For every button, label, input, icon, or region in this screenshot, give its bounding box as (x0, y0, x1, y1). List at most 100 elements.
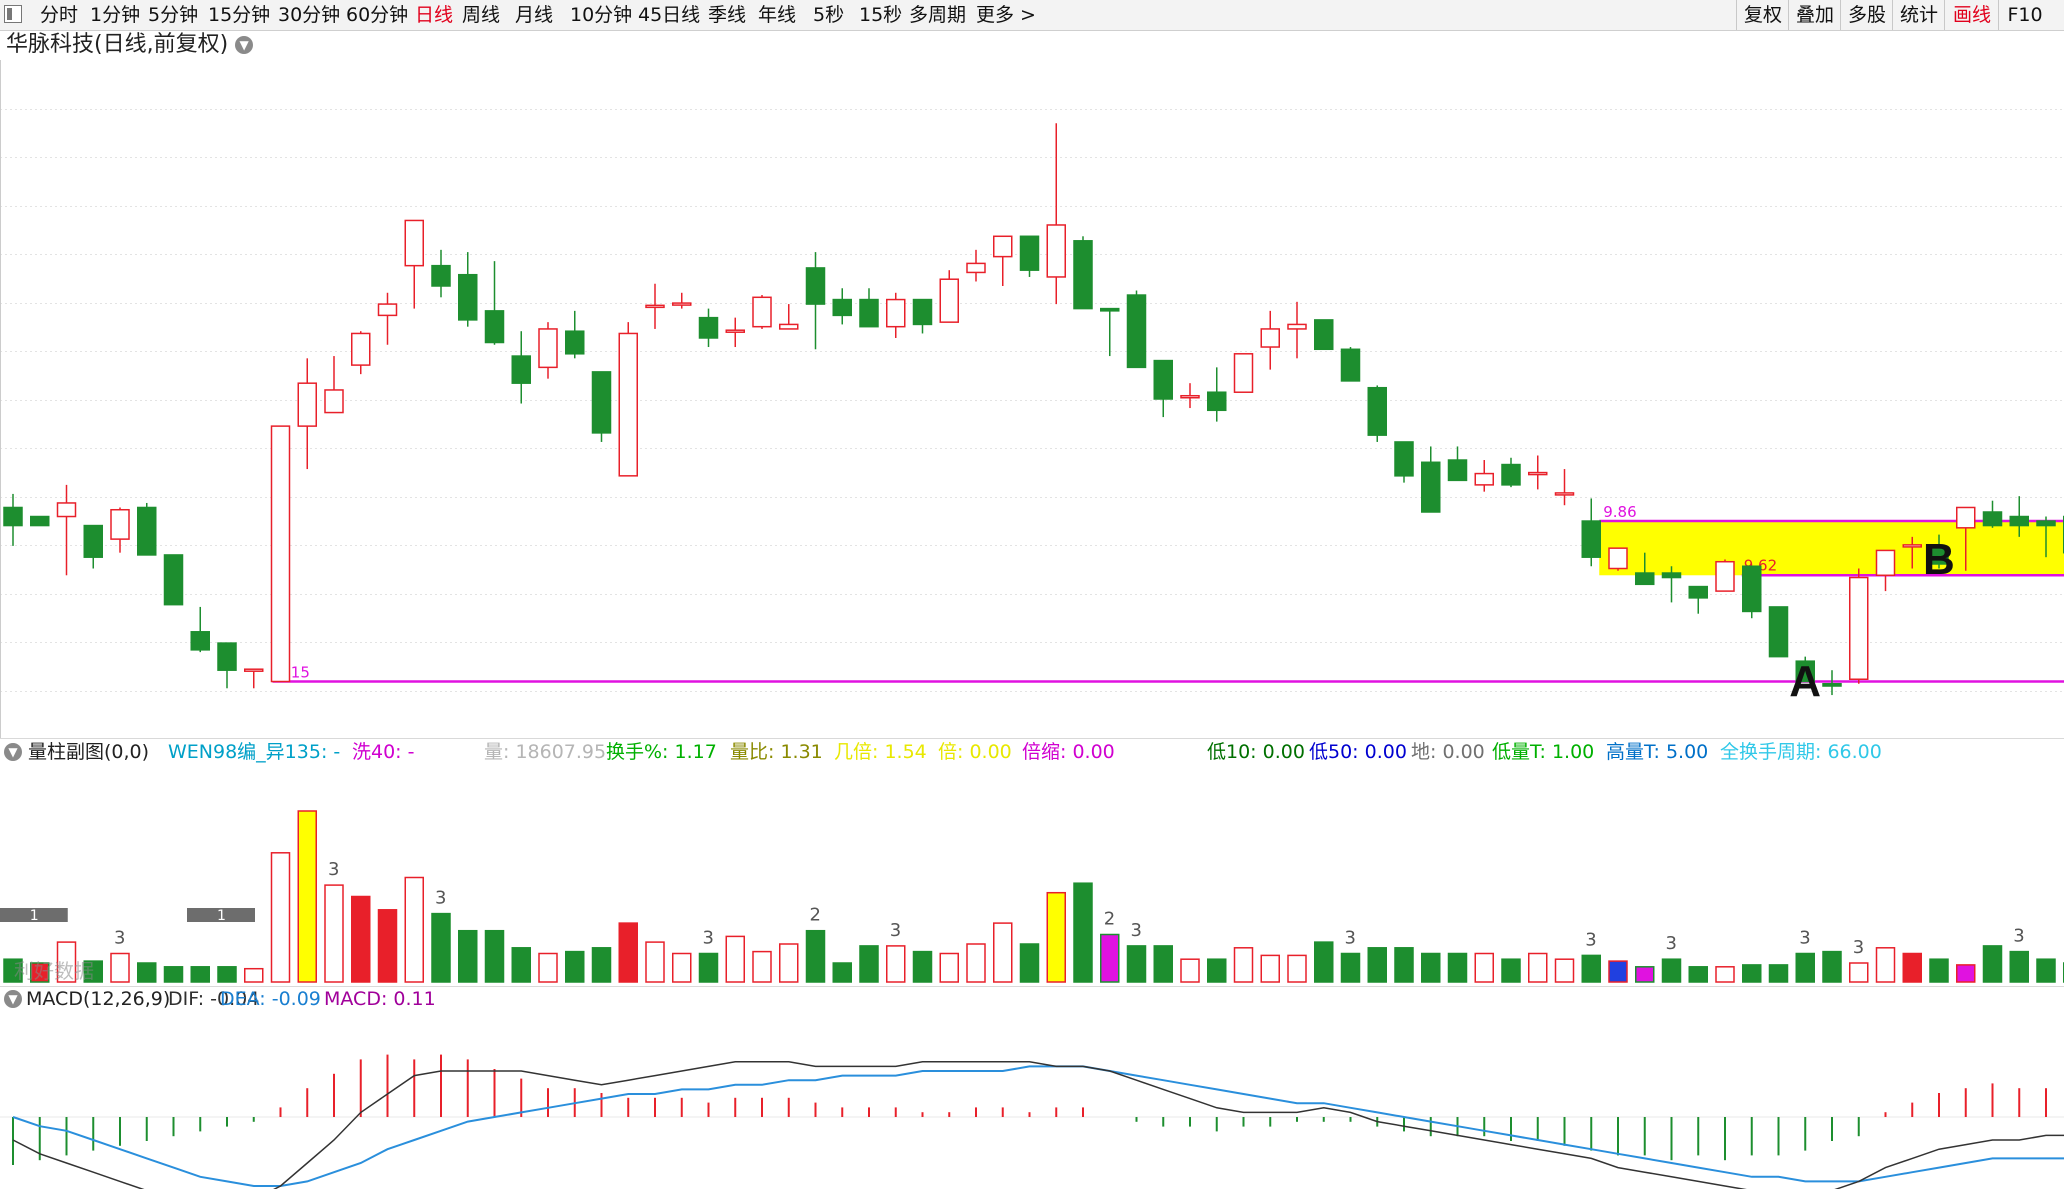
period-tab[interactable]: 年线 (758, 0, 796, 30)
chevron-down-icon[interactable]: ▼ (235, 36, 254, 54)
volume-indicator-name[interactable]: 量柱副图(0,0) (28, 738, 149, 766)
candle-body (672, 302, 692, 306)
stock-title-bar: 华脉科技(日线,前复权) ▼ (0, 30, 254, 60)
indicator-value: 量比: 1.31 (730, 741, 823, 763)
volume-bar (1581, 954, 1601, 983)
candle-body (565, 330, 585, 355)
candle-body (1554, 492, 1575, 496)
volume-label: 3 (703, 928, 714, 949)
candle-body (1260, 328, 1280, 348)
collapse-icon[interactable]: ▼ (4, 990, 22, 1008)
tool-button[interactable]: 叠加 (1788, 0, 1841, 30)
candle-body (1073, 240, 1093, 310)
volume-bar (859, 945, 879, 983)
volume-bar (1394, 947, 1414, 983)
tool-button[interactable]: 画线 (1944, 0, 1999, 30)
tool-button[interactable]: F10 (1998, 0, 2051, 30)
candle-body (1046, 224, 1066, 278)
volume-label: 3 (114, 928, 125, 949)
candle-body (1126, 294, 1147, 369)
period-tab[interactable]: 5分钟 (148, 0, 198, 30)
volume-bar (1233, 947, 1254, 983)
period-tab[interactable]: 分时 (40, 0, 78, 30)
price-chart[interactable]: 9.869.629.15 AB (0, 60, 2064, 738)
dea-line (12, 1065, 2064, 1187)
candle-body (993, 235, 1013, 258)
period-tab[interactable]: 季线 (708, 0, 746, 30)
volume-bar (779, 943, 799, 983)
volume-bar (645, 941, 665, 983)
candle-body (190, 631, 210, 651)
tool-button[interactable]: 复权 (1736, 0, 1789, 30)
indicator-value: 高量T: 5.00 (1606, 741, 1709, 763)
volume-bar (1207, 958, 1227, 983)
volume-bar (163, 966, 184, 983)
volume-bar (1554, 958, 1575, 983)
period-tab[interactable]: 45日线 (638, 0, 700, 30)
indicator-value: 洗40: - (352, 741, 415, 763)
annotation-marker: B (1923, 535, 1955, 584)
volume-bar (591, 947, 612, 983)
period-tab[interactable]: 30分钟 (278, 0, 340, 30)
volume-bar (1180, 958, 1200, 983)
volume-bar (1019, 943, 1040, 983)
volume-overlay-text: 利好数据 (14, 959, 94, 983)
volume-label: 3 (328, 859, 339, 880)
indicator-value: 全换手周期: 66.00 (1720, 741, 1882, 763)
tool-button[interactable]: 多股 (1840, 0, 1893, 30)
candle-body (1314, 319, 1334, 351)
candle-body (1340, 348, 1361, 382)
volume-bar (1956, 964, 1976, 983)
period-tab[interactable]: 月线 (515, 0, 553, 30)
volume-bar (993, 922, 1013, 983)
period-tab[interactable]: 5秒 (813, 0, 844, 30)
period-tab[interactable]: 多周期 (909, 0, 966, 30)
period-tab[interactable]: 15分钟 (208, 0, 270, 30)
volume-bar (1795, 952, 1815, 983)
volume-chart[interactable]: 33332323 3 3 3 3 331 1利好数据 (0, 766, 2064, 986)
candle-body (484, 310, 505, 344)
volume-bar (1287, 954, 1307, 983)
window-toggle-icon[interactable] (4, 5, 22, 23)
candle-body (912, 298, 933, 326)
volume-bar (458, 929, 478, 983)
indicator-value: 倍: 0.00 (938, 741, 1012, 763)
period-tab[interactable]: 10分钟 (570, 0, 632, 30)
candle-body (431, 264, 451, 287)
candle-body (297, 382, 317, 427)
period-tab[interactable]: 60分钟 (346, 0, 408, 30)
volume-bar (725, 935, 745, 983)
period-toolbar: 分时 1分钟 5分钟 15分钟 30分钟 60分钟 日线 周线 月线 10分钟 45日线 季线 年线 5秒… (0, 0, 2064, 31)
candle-body (1822, 683, 1842, 687)
period-tab[interactable]: 周线 (462, 0, 500, 30)
tool-button[interactable]: 统计 (1892, 0, 1945, 30)
candle-body (1608, 547, 1628, 570)
candle-body (351, 332, 371, 366)
volume-label: 3 (1666, 933, 1677, 954)
volume-bar (1126, 945, 1147, 983)
candle-body (1233, 353, 1254, 393)
candle-body (404, 219, 424, 267)
volume-bar (110, 952, 130, 983)
volume-label: 2 (810, 905, 821, 926)
candle-body (324, 389, 344, 414)
volume-label: 3 (1345, 928, 1356, 949)
collapse-icon[interactable]: ▼ (4, 743, 22, 761)
candle-body (2036, 520, 2056, 527)
macd-indicator-name[interactable]: MACD(12,26,9) (26, 986, 170, 1012)
volume-bar (190, 966, 210, 983)
volume-bar (1875, 947, 1896, 983)
period-tab[interactable]: 日线 (415, 0, 453, 30)
period-tab[interactable]: 15秒 (859, 0, 902, 30)
volume-bar (1046, 891, 1066, 983)
volume-bar (1340, 952, 1361, 983)
period-tab[interactable]: 更多 > (976, 0, 1036, 30)
volume-bar (805, 929, 826, 983)
candle-body (2009, 515, 2029, 527)
volume-bar (1742, 964, 1762, 983)
volume-label: 3 (435, 888, 446, 909)
period-tab[interactable]: 1分钟 (90, 0, 140, 30)
volume-bar (511, 947, 531, 983)
candle-body (1100, 307, 1120, 312)
macd-chart[interactable] (0, 1012, 2064, 1189)
